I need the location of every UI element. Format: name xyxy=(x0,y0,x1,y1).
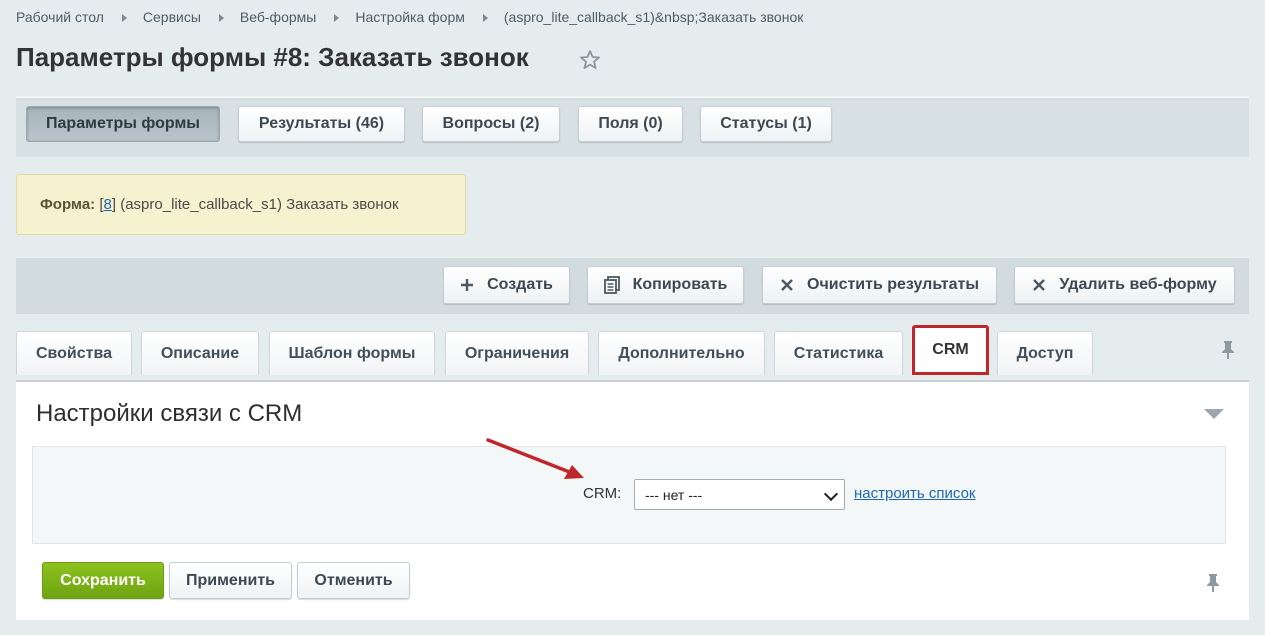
breadcrumb-item[interactable]: Рабочий стол xyxy=(16,9,104,25)
crm-field-area xyxy=(32,446,1226,544)
chevron-right-icon xyxy=(218,13,224,22)
star-icon[interactable] xyxy=(578,48,602,72)
create-button[interactable]: Создать xyxy=(443,266,570,304)
tab-statuses[interactable]: Статусы (1) xyxy=(700,106,832,142)
delete-form-button[interactable]: Удалить веб-форму xyxy=(1014,266,1235,304)
close-icon xyxy=(1033,279,1046,291)
copy-button[interactable]: Копировать xyxy=(587,266,744,304)
chevron-right-icon xyxy=(482,13,488,22)
collapse-icon[interactable] xyxy=(1204,409,1224,419)
save-button[interactable]: Сохранить xyxy=(42,562,164,599)
page-title: Параметры формы #8: Заказать звонок xyxy=(16,42,529,72)
plus-icon xyxy=(461,279,474,291)
crm-select[interactable]: --- нет --- xyxy=(634,479,845,510)
section-title: Настройки связи с CRM xyxy=(36,400,303,427)
tab-questions[interactable]: Вопросы (2) xyxy=(422,106,560,142)
chevron-down-icon xyxy=(823,486,839,502)
chevron-right-icon xyxy=(334,13,340,22)
breadcrumb-item[interactable]: (aspro_lite_callback_s1)&nbsp;Заказать з… xyxy=(504,9,803,25)
tab-additional[interactable]: Дополнительно xyxy=(598,331,765,375)
close-icon xyxy=(781,279,793,291)
tab-description[interactable]: Описание xyxy=(141,331,259,375)
configure-list-link[interactable]: настроить список xyxy=(854,485,976,502)
tab-crm[interactable]: CRM xyxy=(912,325,989,375)
tab-properties[interactable]: Свойства xyxy=(16,331,132,375)
copy-button-label: Копировать xyxy=(632,276,728,293)
chevron-right-icon xyxy=(121,13,127,22)
delete-form-button-label: Удалить веб-форму xyxy=(1059,276,1217,293)
form-info-label: Форма: xyxy=(40,196,96,213)
tab-restrictions[interactable]: Ограничения xyxy=(445,331,589,375)
red-arrow-annotation xyxy=(486,438,584,479)
tab-statistics[interactable]: Статистика xyxy=(774,331,903,375)
clear-results-button-label: Очистить результаты xyxy=(807,276,979,293)
form-id-link[interactable]: 8 xyxy=(104,196,112,213)
create-button-label: Создать xyxy=(487,276,553,293)
form-info-text: (aspro_lite_callback_s1) Заказать звонок xyxy=(120,196,399,213)
crm-label: CRM: xyxy=(583,485,622,502)
tab-form-template[interactable]: Шаблон формы xyxy=(269,331,435,375)
tab-results[interactable]: Результаты (46) xyxy=(238,106,405,142)
clear-results-button[interactable]: Очистить результаты xyxy=(762,266,997,304)
tab-access[interactable]: Доступ xyxy=(997,331,1093,375)
tab-form-params[interactable]: Параметры формы xyxy=(26,106,220,142)
cancel-button[interactable]: Отменить xyxy=(297,562,410,599)
breadcrumb-item[interactable]: Веб-формы xyxy=(240,9,316,25)
apply-button[interactable]: Применить xyxy=(169,562,292,599)
breadcrumb: Рабочий стол Сервисы Веб-формы Настройка фо… xyxy=(16,9,803,25)
pin-icon[interactable] xyxy=(1206,573,1220,593)
crm-select-value: --- нет --- xyxy=(645,486,703,503)
tab-fields[interactable]: Поля (0) xyxy=(578,106,683,142)
breadcrumb-item[interactable]: Настройка форм xyxy=(355,9,465,25)
form-info-box: Форма: [8] (aspro_lite_callback_s1) Зака… xyxy=(16,174,466,235)
copy-icon xyxy=(603,276,620,294)
breadcrumb-item[interactable]: Сервисы xyxy=(143,9,201,25)
pin-icon[interactable] xyxy=(1221,340,1235,360)
